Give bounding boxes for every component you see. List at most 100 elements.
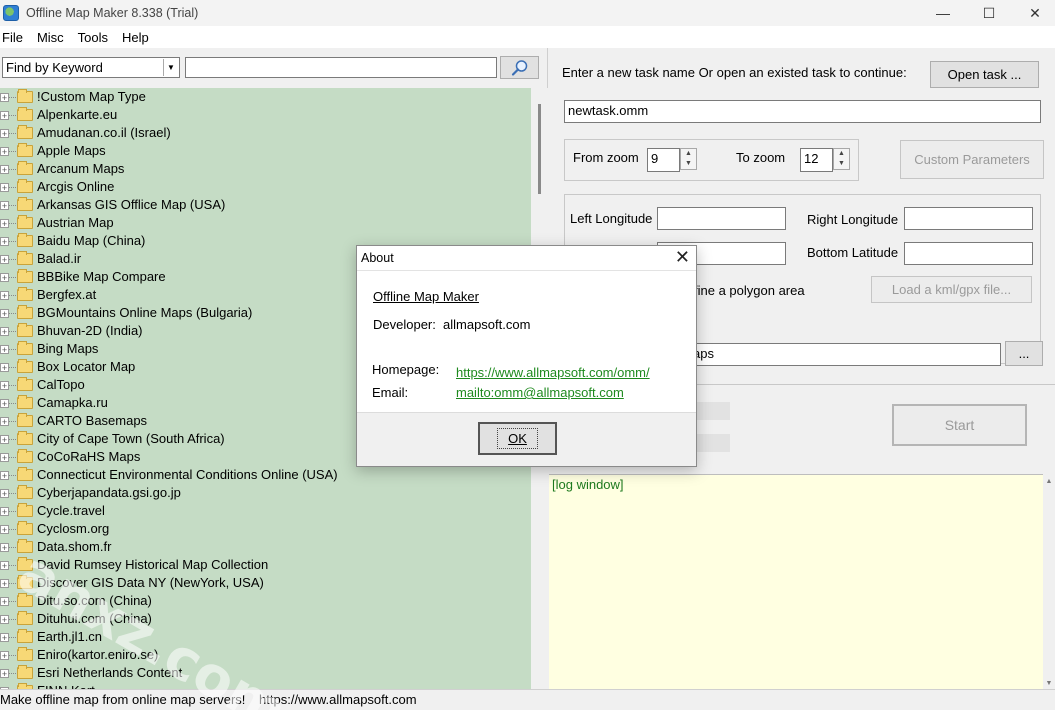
expand-plus-icon[interactable]: +: [0, 291, 9, 301]
search-button[interactable]: [500, 56, 539, 79]
bottom-latitude-field[interactable]: [904, 242, 1033, 265]
search-mode-select[interactable]: Find by Keyword ▼: [2, 57, 180, 78]
close-icon[interactable]: ✕: [675, 247, 690, 268]
expand-plus-icon[interactable]: +: [0, 615, 9, 625]
tree-item[interactable]: + Earth.jl1.cn: [0, 628, 531, 646]
expand-plus-icon[interactable]: +: [0, 381, 9, 391]
expand-plus-icon[interactable]: +: [0, 183, 9, 193]
close-window-button[interactable]: ✕: [1012, 0, 1055, 26]
tree-item-label: Bergfex.at: [37, 287, 97, 302]
menu-help[interactable]: Help: [120, 30, 157, 45]
expand-plus-icon[interactable]: +: [0, 147, 9, 157]
tree-item-label: CalTopo: [37, 377, 85, 392]
expand-plus-icon[interactable]: +: [0, 345, 9, 355]
from-zoom-field[interactable]: 9: [647, 148, 680, 172]
tree-item[interactable]: + Dituhui.com (China): [0, 610, 531, 628]
custom-parameters-button[interactable]: Custom Parameters: [900, 140, 1044, 179]
load-kml-button[interactable]: Load a kml/gpx file...: [871, 276, 1032, 303]
expand-plus-icon[interactable]: +: [0, 93, 9, 103]
tree-item-label: Bing Maps: [37, 341, 99, 356]
tree-item[interactable]: + Arcgis Online: [0, 178, 531, 196]
expand-plus-icon[interactable]: +: [0, 435, 9, 445]
expand-plus-icon[interactable]: +: [0, 219, 9, 229]
tree-connector: [9, 673, 16, 674]
expand-plus-icon[interactable]: +: [0, 597, 9, 607]
tree-connector: [9, 151, 16, 152]
expand-plus-icon[interactable]: +: [0, 417, 9, 427]
left-longitude-field[interactable]: [657, 207, 786, 230]
tree-item[interactable]: + Cyberjapandata.gsi.go.jp: [0, 484, 531, 502]
tree-item[interactable]: + !Custom Map Type: [0, 88, 531, 106]
tree-item[interactable]: + Data.shom.fr: [0, 538, 531, 556]
start-button[interactable]: Start: [892, 404, 1027, 446]
tree-item[interactable]: + Eniro(kartor.eniro.se): [0, 646, 531, 664]
tree-item[interactable]: + Ditu.so.com (China): [0, 592, 531, 610]
expand-plus-icon[interactable]: +: [0, 165, 9, 175]
expand-plus-icon[interactable]: +: [0, 633, 9, 643]
tree-item-label: Esri Netherlands Content: [37, 665, 183, 680]
expand-plus-icon[interactable]: +: [0, 525, 9, 535]
homepage-link[interactable]: https://www.allmapsoft.com/omm/: [456, 365, 650, 380]
expand-plus-icon[interactable]: +: [0, 651, 9, 661]
menu-tools[interactable]: Tools: [76, 30, 116, 45]
tree-item[interactable]: + Amudanan.co.il (Israel): [0, 124, 531, 142]
to-zoom-spinner[interactable]: ▲ ▼: [833, 148, 850, 170]
tree-item[interactable]: + Arkansas GIS Offlice Map (USA): [0, 196, 531, 214]
tree-item[interactable]: + Apple Maps: [0, 142, 531, 160]
log-scrollbar[interactable]: ▲ ▼: [1043, 474, 1055, 689]
maximize-button[interactable]: ☐: [966, 0, 1012, 26]
expand-plus-icon[interactable]: +: [0, 579, 9, 589]
expand-plus-icon[interactable]: +: [0, 111, 9, 121]
expand-plus-icon[interactable]: +: [0, 363, 9, 373]
tree-item-label: Cyberjapandata.gsi.go.jp: [37, 485, 181, 500]
tree-item[interactable]: + Esri Netherlands Content: [0, 664, 531, 682]
from-zoom-spinner[interactable]: ▲ ▼: [680, 148, 697, 170]
tree-item[interactable]: +FINN Kart: [0, 682, 531, 689]
ok-button[interactable]: OK: [478, 422, 557, 455]
expand-plus-icon[interactable]: +: [0, 129, 9, 139]
expand-plus-icon[interactable]: +: [0, 453, 9, 463]
folder-icon: [17, 215, 33, 229]
search-input[interactable]: [185, 57, 497, 78]
expand-plus-icon[interactable]: +: [0, 489, 9, 499]
log-window[interactable]: [log window]: [549, 474, 1043, 689]
menu-misc[interactable]: Misc: [35, 30, 72, 45]
email-link[interactable]: mailto:omm@allmapsoft.com: [456, 385, 624, 400]
task-name-field[interactable]: newtask.omm: [564, 100, 1041, 123]
to-zoom-field[interactable]: 12: [800, 148, 833, 172]
tree-item[interactable]: + David Rumsey Historical Map Collection: [0, 556, 531, 574]
right-longitude-field[interactable]: [904, 207, 1033, 230]
expand-plus-icon[interactable]: +: [0, 507, 9, 517]
tree-item[interactable]: + Austrian Map: [0, 214, 531, 232]
tree-item[interactable]: + Connecticut Environmental Conditions On…: [0, 466, 531, 484]
tree-item[interactable]: + Cycle.travel: [0, 502, 531, 520]
expand-plus-icon[interactable]: +: [0, 201, 9, 211]
minimize-button[interactable]: —: [920, 0, 966, 26]
expand-plus-icon[interactable]: +: [0, 237, 9, 247]
tree-item[interactable]: + Arcanum Maps: [0, 160, 531, 178]
tree-item[interactable]: + Alpenkarte.eu: [0, 106, 531, 124]
expand-plus-icon[interactable]: +: [0, 309, 9, 319]
scroll-up-icon[interactable]: ▲: [1043, 478, 1055, 485]
expand-plus-icon[interactable]: +: [0, 399, 9, 409]
tree-connector: [9, 331, 16, 332]
browse-folder-button[interactable]: ...: [1005, 341, 1043, 366]
scroll-down-icon[interactable]: ▼: [1043, 680, 1055, 687]
tree-item[interactable]: + Cyclosm.org: [0, 520, 531, 538]
expand-plus-icon[interactable]: +: [0, 561, 9, 571]
expand-plus-icon[interactable]: +: [0, 669, 9, 679]
tree-scroll-thumb[interactable]: [538, 104, 541, 194]
expand-plus-icon[interactable]: +: [0, 471, 9, 481]
tree-item[interactable]: + Discover GIS Data NY (NewYork, USA): [0, 574, 531, 592]
expand-plus-icon[interactable]: +: [0, 543, 9, 553]
polygon-area-option[interactable]: fine a polygon area: [694, 283, 805, 298]
menu-file[interactable]: File: [0, 30, 31, 45]
open-task-button[interactable]: Open task ...: [930, 61, 1039, 88]
output-folder-field[interactable]: aps: [689, 343, 1001, 366]
expand-plus-icon[interactable]: +: [0, 273, 9, 283]
folder-icon: [17, 305, 33, 319]
folder-icon: [17, 323, 33, 337]
chevron-down-icon[interactable]: ▼: [163, 59, 178, 76]
expand-plus-icon[interactable]: +: [0, 327, 9, 337]
expand-plus-icon[interactable]: +: [0, 255, 9, 265]
